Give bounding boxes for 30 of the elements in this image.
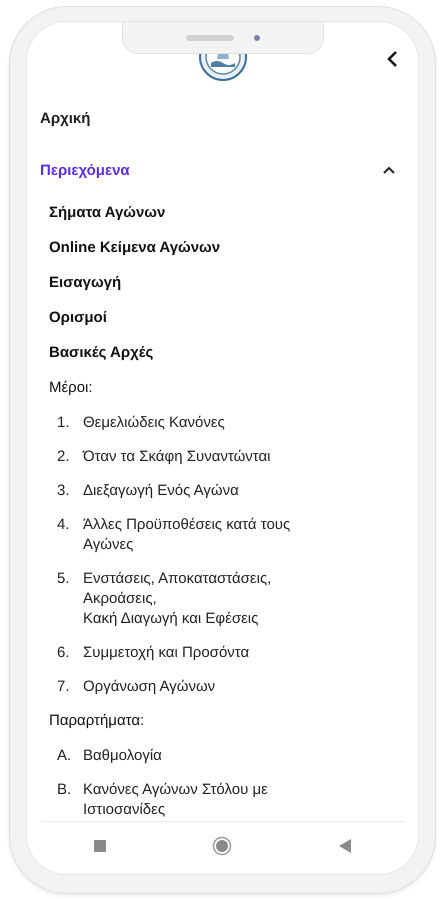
list-marker: A. <box>57 746 72 766</box>
list-marker: 3. <box>57 481 71 501</box>
list-marker: B. <box>57 780 72 800</box>
contents-heading: Παραρτήματα: <box>49 712 144 729</box>
list-marker: 2. <box>57 447 71 467</box>
contents-link[interactable]: Ενστάσεις, Αποκαταστάσεις, Ακροάσεις, Κακή Διαγωγή και Εφέσεις <box>83 569 272 629</box>
list-marker: 7. <box>57 677 71 697</box>
back-nav-button[interactable] <box>338 839 351 853</box>
menu-item[interactable]: Αρχική <box>27 92 418 144</box>
contents-link[interactable]: Online Κείμενα Αγώνων <box>49 239 220 256</box>
contents-link[interactable]: Ορισμοί <box>49 309 107 326</box>
contents-link[interactable]: Βαθμολογία <box>83 746 162 766</box>
contents-link[interactable]: Συμμετοχή και Προσόντα <box>83 643 250 663</box>
recent-apps-button[interactable] <box>94 840 106 852</box>
list-marker: 6. <box>57 643 71 663</box>
contents-link[interactable]: Όταν τα Σκάφη Συναντώνται <box>83 447 271 467</box>
contents-link[interactable]: Άλλες Προϋποθέσεις κατά τους Αγώνες <box>83 515 290 555</box>
contents-link[interactable]: Θεμελιώδεις Κανόνες <box>83 413 225 433</box>
contents-link[interactable]: Εισαγωγή <box>49 274 122 291</box>
contents-link[interactable]: Κανόνες Αγώνων Στόλου με Ιστιοσανίδες <box>83 780 268 820</box>
menu-item[interactable]: Περιεχόμενα <box>27 144 418 196</box>
contents-link[interactable]: Σήματα Αγώνων <box>49 204 166 221</box>
contents-link[interactable]: Διεξαγωγή Ενός Αγώνα <box>83 481 239 501</box>
list-marker: 4. <box>57 515 71 535</box>
list-marker: 1. <box>57 413 71 433</box>
list-marker: 5. <box>57 569 71 589</box>
contents-link[interactable]: Οργάνωση Αγώνων <box>83 677 216 697</box>
home-button[interactable] <box>212 836 232 856</box>
contents-heading: Μέροι: <box>49 379 93 396</box>
contents-link[interactable]: Βασικές Αρχές <box>49 344 154 361</box>
